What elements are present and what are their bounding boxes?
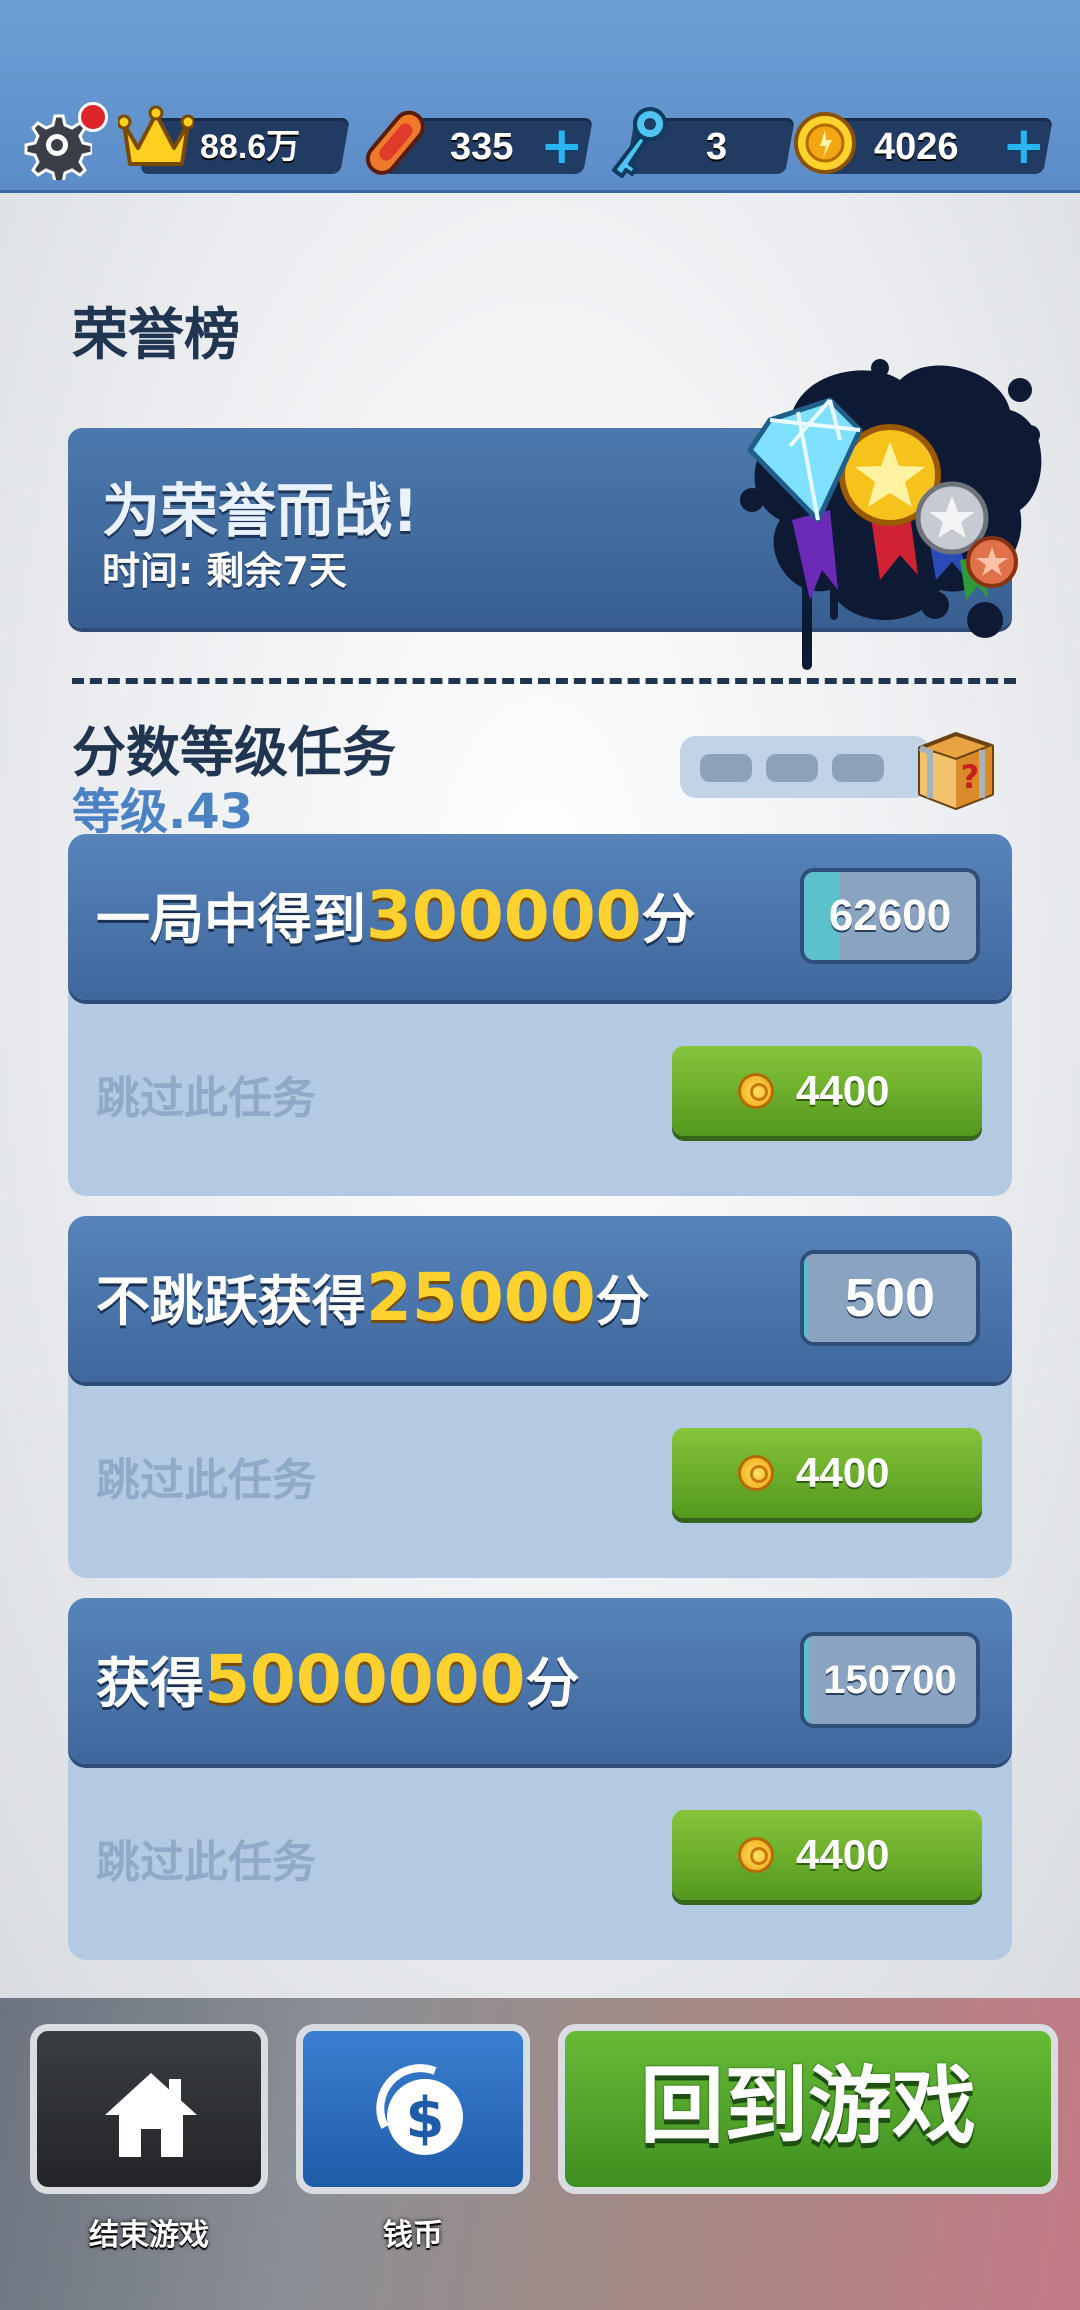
hoverboard-icon <box>365 110 425 175</box>
mission-card: 不跳跃获得25000分 500 跳过此任务 4400 <box>68 1216 1012 1578</box>
skip-mission-label: 跳过此任务 <box>96 1073 316 1124</box>
mission-text: 一局中得到300000分 <box>96 877 696 954</box>
add-coins-button[interactable]: + <box>1002 120 1046 172</box>
top-status-bar: 88.6万 335 + 3 4026 + <box>0 0 1080 193</box>
skip-mission-label: 跳过此任务 <box>96 1837 316 1888</box>
progress-segment <box>700 754 752 782</box>
score-value: 88.6万 <box>200 128 301 166</box>
mission-level: 等级.43 <box>72 784 254 840</box>
notification-dot <box>78 102 108 132</box>
honor-time-remaining: 时间: 剩余7天 <box>102 549 347 593</box>
key-count: 3 <box>706 126 728 168</box>
coin-count: 4026 <box>874 126 959 168</box>
mission-progress-counter: 500 <box>800 1250 980 1346</box>
add-hoverboards-button[interactable]: + <box>540 120 584 172</box>
honor-banner-title: 为荣誉而战! <box>102 477 419 545</box>
mission-progress-counter: 150700 <box>800 1632 980 1728</box>
crown-icon <box>118 105 194 166</box>
honor-section-title: 荣誉榜 <box>72 303 240 368</box>
skip-price: 4400 <box>796 1449 890 1496</box>
svg-text:?: ? <box>961 758 980 796</box>
mission-progress-value: 150700 <box>823 1658 957 1702</box>
resume-game-label: 回到游戏 <box>639 2057 976 2155</box>
skip-mission-button[interactable]: 4400 <box>672 1428 982 1518</box>
coin-icon <box>738 1073 774 1109</box>
hoverboard-count: 335 <box>450 126 514 168</box>
mystery-box-icon[interactable]: ? <box>906 720 1002 816</box>
coins-label: 钱币 <box>383 2218 443 2253</box>
progress-segment <box>766 754 818 782</box>
coin-icon <box>738 1455 774 1491</box>
medals-splash-icon <box>740 359 1042 670</box>
end-game-button[interactable] <box>30 2024 268 2194</box>
mission-text: 获得5000000分 <box>96 1641 580 1718</box>
mission-text: 不跳跃获得25000分 <box>96 1259 650 1336</box>
skip-mission-button[interactable]: 4400 <box>672 1046 982 1136</box>
svg-text:$: $ <box>406 2086 445 2151</box>
end-game-label: 结束游戏 <box>89 2218 209 2253</box>
progress-segment <box>832 754 884 782</box>
skip-price: 4400 <box>796 1831 890 1878</box>
mission-progress-counter: 62600 <box>800 868 980 964</box>
mission-card: 获得5000000分 150700 跳过此任务 4400 <box>68 1598 1012 1960</box>
skip-mission-button[interactable]: 4400 <box>672 1810 982 1900</box>
coin-icon <box>794 112 856 174</box>
section-divider <box>72 678 1016 684</box>
mission-progress-value: 500 <box>844 1268 936 1328</box>
coins-shop-button[interactable]: $ <box>296 2024 530 2194</box>
mission-header: 不跳跃获得25000分 500 <box>68 1216 1012 1382</box>
mission-header: 获得5000000分 150700 <box>68 1598 1012 1764</box>
mission-header: 一局中得到300000分 62600 <box>68 834 1012 1000</box>
key-icon <box>612 107 667 178</box>
mission-set-progress <box>680 736 930 798</box>
coin-icon <box>738 1837 774 1873</box>
mission-progress-value: 62600 <box>828 891 952 940</box>
home-icon <box>105 2073 197 2157</box>
resume-game-button[interactable]: 回到游戏 <box>558 2024 1058 2194</box>
mission-card: 一局中得到300000分 62600 跳过此任务 4400 <box>68 834 1012 1196</box>
skip-price: 4400 <box>796 1067 890 1114</box>
skip-mission-label: 跳过此任务 <box>96 1455 316 1506</box>
dollar-coin-icon: $ <box>376 2064 463 2155</box>
